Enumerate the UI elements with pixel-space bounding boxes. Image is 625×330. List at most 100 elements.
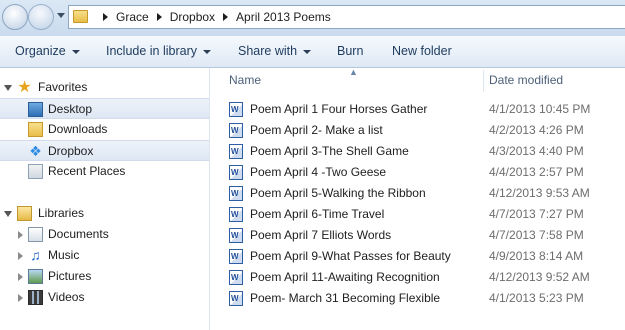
file-row[interactable]: W Poem April 9-What Passes for Beauty 4/9/… xyxy=(227,246,625,267)
collapsed-arrow-icon[interactable] xyxy=(18,252,23,260)
column-divider[interactable] xyxy=(483,70,484,92)
nav-item-dropbox[interactable]: ❖ Dropbox xyxy=(0,140,209,161)
chevron-down-icon xyxy=(303,49,312,54)
nav-item-pictures[interactable]: Pictures xyxy=(0,266,209,287)
address-bar[interactable]: Grace Dropbox April 2013 Poems xyxy=(68,5,625,29)
file-name: Poem April 5-Walking the Ribbon xyxy=(250,186,426,200)
command-bar: Organize Include in library Share with B… xyxy=(0,36,625,68)
nav-item-downloads-label: Downloads xyxy=(48,122,108,136)
word-document-icon: W xyxy=(229,165,243,180)
file-row[interactable]: W Poem April 6-Time Travel 4/7/2013 7:27 P… xyxy=(227,204,625,225)
word-document-icon: W xyxy=(229,228,243,243)
file-date-modified: 4/7/2013 7:27 PM xyxy=(489,207,584,221)
nav-item-dropbox-label: Dropbox xyxy=(48,144,94,158)
word-document-icon: W xyxy=(229,291,243,306)
nav-favorites[interactable]: ★ Favorites xyxy=(0,77,209,98)
nav-item-documents[interactable]: Documents xyxy=(0,224,209,245)
star-icon: ★ xyxy=(17,79,32,96)
chevron-right-icon[interactable] xyxy=(103,13,108,21)
expand-arrow-icon[interactable] xyxy=(4,85,12,91)
collapsed-arrow-icon[interactable] xyxy=(18,231,23,239)
share-with-button[interactable]: Share with xyxy=(238,36,312,67)
chevron-right-icon[interactable] xyxy=(223,13,229,21)
breadcrumb-grace[interactable]: Grace xyxy=(116,6,149,28)
burn-label: Burn xyxy=(337,44,364,58)
chevron-down-icon xyxy=(203,49,212,54)
nav-item-recent-places[interactable]: Recent Places xyxy=(0,161,209,182)
word-document-icon: W xyxy=(229,270,243,285)
share-with-label: Share with xyxy=(238,44,298,58)
file-row[interactable]: W Poem April 1 Four Horses Gather 4/1/2013… xyxy=(227,99,625,120)
file-date-modified: 4/3/2013 4:40 PM xyxy=(489,144,584,158)
navigation-pane: ★ Favorites Desktop Downloads ❖ Dropbox … xyxy=(0,68,210,330)
file-date-modified: 4/12/2013 9:53 AM xyxy=(489,186,590,200)
file-name: Poem April 1 Four Horses Gather xyxy=(250,102,428,116)
breadcrumb-dropbox[interactable]: Dropbox xyxy=(170,6,215,28)
file-name: Poem April 3-The Shell Game xyxy=(250,144,409,158)
downloads-icon xyxy=(28,122,43,137)
file-name: Poem April 6-Time Travel xyxy=(250,207,385,221)
file-row[interactable]: W Poem April 4 -Two Geese 4/4/2013 2:57 PM xyxy=(227,162,625,183)
word-document-icon: W xyxy=(229,144,243,159)
new-folder-button[interactable]: New folder xyxy=(392,36,452,67)
recent-pages-dropdown-icon[interactable] xyxy=(57,13,65,18)
word-document-icon: W xyxy=(229,207,243,222)
nav-item-music-label: Music xyxy=(48,248,80,262)
file-name: Poem April 9-What Passes for Beauty xyxy=(250,249,451,263)
new-folder-label: New folder xyxy=(392,44,452,58)
expand-arrow-icon[interactable] xyxy=(4,211,12,217)
nav-libraries-label: Libraries xyxy=(38,206,85,220)
word-document-icon: W xyxy=(229,249,243,264)
desktop-icon xyxy=(28,102,43,117)
file-row[interactable]: W Poem- March 31 Becoming Flexible 4/1/201… xyxy=(227,288,625,309)
burn-button[interactable]: Burn xyxy=(337,36,363,67)
file-name: Poem April 2- Make a list xyxy=(250,123,383,137)
file-date-modified: 4/4/2013 2:57 PM xyxy=(489,165,584,179)
file-row[interactable]: W Poem April 11-Awaiting Recognition 4/12/… xyxy=(227,267,625,288)
nav-item-videos[interactable]: Videos xyxy=(0,287,209,308)
column-header-name[interactable]: Name xyxy=(229,68,483,93)
file-row[interactable]: W Poem April 3-The Shell Game 4/3/2013 4:4… xyxy=(227,141,625,162)
nav-item-videos-label: Videos xyxy=(48,290,85,304)
file-row[interactable]: W Poem April 5-Walking the Ribbon 4/12/201… xyxy=(227,183,625,204)
videos-icon xyxy=(28,290,43,305)
file-date-modified: 4/2/2013 4:26 PM xyxy=(489,123,584,137)
file-name: Poem April 11-Awaiting Recognition xyxy=(250,270,440,284)
nav-libraries[interactable]: Libraries xyxy=(0,203,209,224)
chevron-down-icon xyxy=(71,49,80,54)
word-document-icon: W xyxy=(229,186,243,201)
nav-item-downloads[interactable]: Downloads xyxy=(0,119,209,140)
file-date-modified: 4/1/2013 10:45 PM xyxy=(489,102,591,116)
nav-item-recent-places-label: Recent Places xyxy=(48,164,126,178)
file-date-modified: 4/12/2013 9:52 AM xyxy=(489,270,590,284)
forward-button[interactable] xyxy=(28,4,54,30)
breadcrumb-april-2013-poems[interactable]: April 2013 Poems xyxy=(236,6,331,28)
file-name: Poem April 7 Elliots Words xyxy=(250,228,392,242)
file-name: Poem April 4 -Two Geese xyxy=(250,165,387,179)
recent-places-icon xyxy=(28,164,43,179)
file-row[interactable]: W Poem April 2- Make a list 4/2/2013 4:26 … xyxy=(227,120,625,141)
libraries-icon xyxy=(17,206,32,221)
breadcrumb: Grace Dropbox April 2013 Poems xyxy=(95,6,331,28)
nav-item-desktop-label: Desktop xyxy=(48,102,93,116)
file-name: Poem- March 31 Becoming Flexible xyxy=(250,291,441,305)
file-date-modified: 4/1/2013 5:23 PM xyxy=(489,291,584,305)
pictures-icon xyxy=(28,269,43,284)
nav-favorites-label: Favorites xyxy=(38,80,88,94)
organize-label: Organize xyxy=(15,44,66,58)
include-in-library-button[interactable]: Include in library xyxy=(106,36,212,67)
nav-item-documents-label: Documents xyxy=(48,227,109,241)
collapsed-arrow-icon[interactable] xyxy=(18,273,23,281)
word-document-icon: W xyxy=(229,123,243,138)
documents-icon xyxy=(28,227,43,242)
organize-button[interactable]: Organize xyxy=(15,36,80,67)
nav-item-desktop[interactable]: Desktop xyxy=(0,98,209,119)
folder-icon xyxy=(73,10,88,23)
chevron-right-icon[interactable] xyxy=(156,13,162,21)
back-button[interactable] xyxy=(2,4,28,30)
nav-item-music[interactable]: ♫ Music xyxy=(0,245,209,266)
column-header-date-modified[interactable]: Date modified xyxy=(489,68,619,93)
nav-item-pictures-label: Pictures xyxy=(48,269,92,283)
collapsed-arrow-icon[interactable] xyxy=(18,294,23,302)
file-row[interactable]: W Poem April 7 Elliots Words 4/7/2013 7:58… xyxy=(227,225,625,246)
